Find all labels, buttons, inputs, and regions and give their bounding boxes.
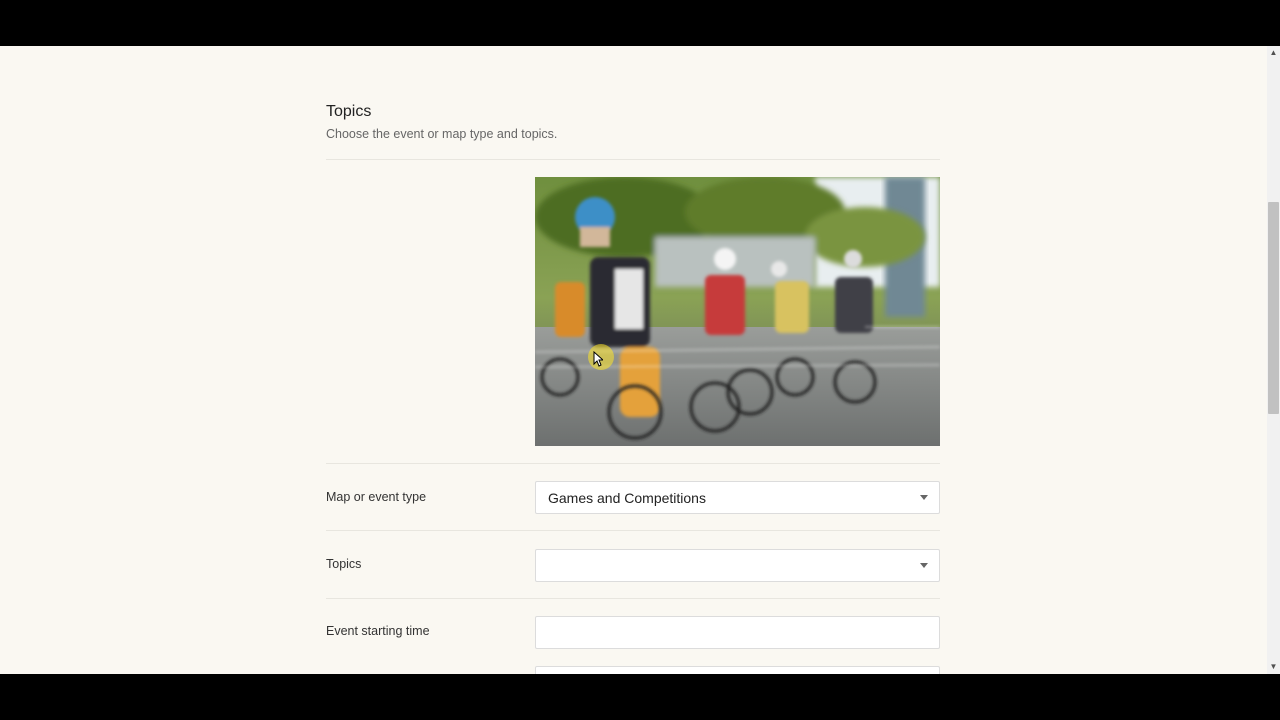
bottom-black-bar [0, 674, 1280, 720]
vertical-scrollbar[interactable]: ▲ ▼ [1267, 46, 1280, 674]
start-time-label: Event starting time [326, 624, 430, 638]
section-subtitle: Choose the event or map type and topics. [326, 127, 558, 141]
divider [326, 159, 940, 160]
top-black-bar [0, 0, 1280, 46]
divider [326, 463, 940, 464]
topics-label: Topics [326, 557, 362, 571]
chevron-down-icon [920, 495, 928, 500]
scroll-down-arrow-icon[interactable]: ▼ [1267, 660, 1280, 674]
map-type-selected-value: Games and Competitions [548, 490, 706, 506]
scroll-up-arrow-icon[interactable]: ▲ [1267, 46, 1280, 60]
scroll-thumb[interactable] [1268, 202, 1279, 414]
divider [326, 598, 940, 599]
page-viewport: Topics Choose the event or map type and … [0, 46, 1267, 674]
next-field-input[interactable] [535, 666, 940, 674]
topics-select[interactable] [535, 549, 940, 582]
map-type-label: Map or event type [326, 490, 427, 504]
start-time-input[interactable] [535, 616, 940, 649]
map-type-select[interactable]: Games and Competitions [535, 481, 940, 514]
divider [326, 530, 940, 531]
section-title: Topics [326, 103, 372, 120]
chevron-down-icon [920, 563, 928, 568]
mouse-pointer-icon [593, 351, 603, 367]
cycling-race-image [535, 177, 940, 446]
